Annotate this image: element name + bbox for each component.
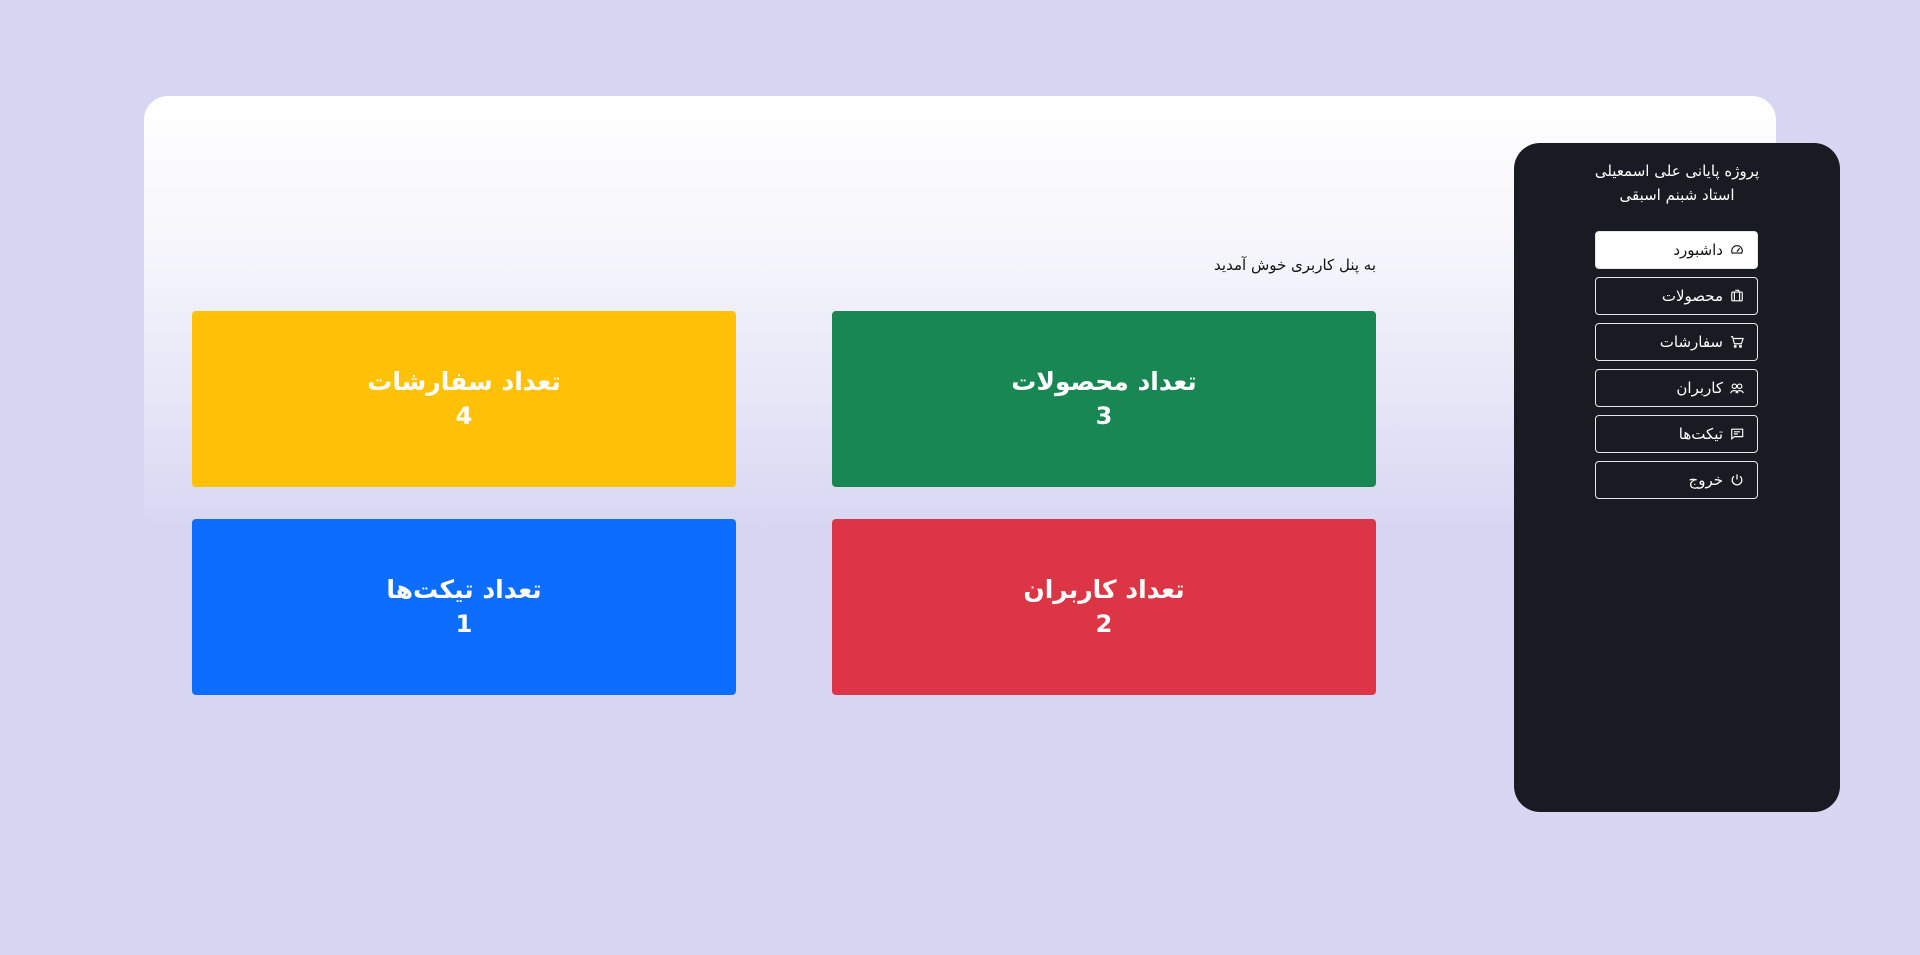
sidebar-item-label: کاربران: [1676, 379, 1723, 397]
users-count-card[interactable]: تعداد کاربران 2: [832, 519, 1376, 695]
sidebar: پروژه پایانی علی اسمعیلی استاد شبنم اسبق…: [1514, 143, 1840, 812]
sidebar-item-tickets[interactable]: تیکت‌ها: [1595, 415, 1758, 453]
power-icon: [1729, 472, 1745, 488]
products-count-card[interactable]: تعداد محصولات 3: [832, 311, 1376, 487]
sidebar-menu: داشبورد محصولات سفارشات کاربران تیکت‌ها: [1595, 231, 1758, 507]
sidebar-item-orders[interactable]: سفارشات: [1595, 323, 1758, 361]
users-icon: [1729, 380, 1745, 396]
orders-count-value: 4: [455, 402, 473, 430]
speedometer-icon: [1729, 242, 1745, 258]
orders-count-card[interactable]: تعداد سفارشات 4: [192, 311, 736, 487]
tickets-count-card[interactable]: تعداد تیکت‌ها 1: [192, 519, 736, 695]
project-title: پروژه پایانی علی اسمعیلی: [1594, 162, 1760, 180]
sidebar-item-label: سفارشات: [1659, 333, 1723, 351]
sidebar-item-products[interactable]: محصولات: [1595, 277, 1758, 315]
sidebar-item-logout[interactable]: خروج: [1595, 461, 1758, 499]
cart-icon: [1729, 334, 1745, 350]
sidebar-item-label: تیکت‌ها: [1678, 425, 1723, 443]
users-count-value: 2: [1095, 610, 1113, 638]
sidebar-item-dashboard[interactable]: داشبورد: [1595, 231, 1758, 269]
instructor-name: استاد شبنم اسبقی: [1619, 186, 1735, 204]
sidebar-item-users[interactable]: کاربران: [1595, 369, 1758, 407]
welcome-text: به پنل کاربری خوش آمدید: [1214, 256, 1376, 274]
tickets-count-label: تعداد تیکت‌ها: [386, 575, 542, 604]
orders-count-label: تعداد سفارشات: [367, 367, 561, 396]
products-count-value: 3: [1095, 402, 1113, 430]
products-count-label: تعداد محصولات: [1011, 367, 1197, 396]
box-icon: [1729, 288, 1745, 304]
tickets-count-value: 1: [455, 610, 473, 638]
chat-icon: [1729, 426, 1745, 442]
sidebar-item-label: خروج: [1688, 471, 1723, 489]
sidebar-item-label: داشبورد: [1673, 241, 1723, 259]
sidebar-item-label: محصولات: [1661, 287, 1723, 305]
users-count-label: تعداد کاربران: [1023, 575, 1185, 604]
sidebar-header: پروژه پایانی علی اسمعیلی استاد شبنم اسبق…: [1514, 159, 1840, 207]
